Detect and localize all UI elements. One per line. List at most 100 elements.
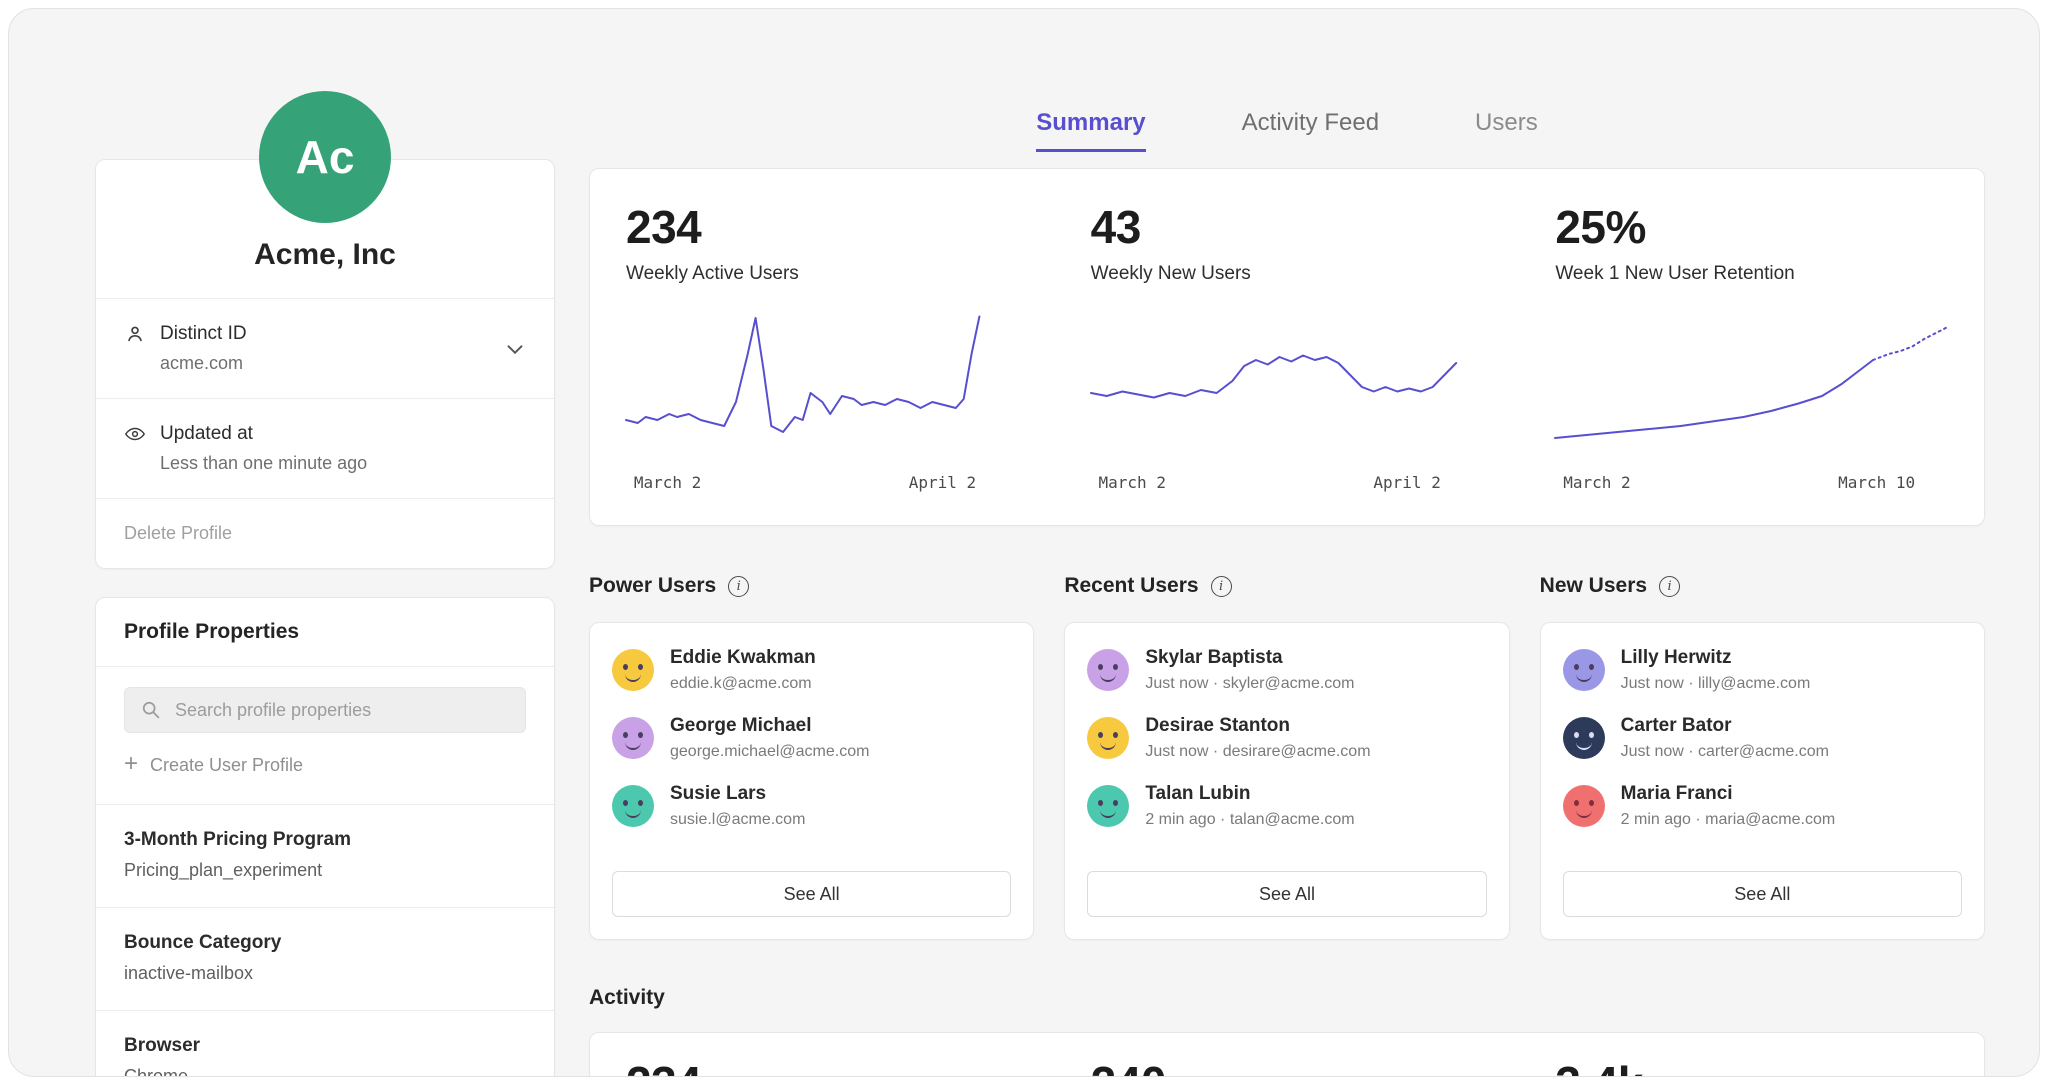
tab-activity-feed[interactable]: Activity Feed [1242,109,1379,152]
property-name: Browser [124,1035,526,1057]
user-detail: Just now · lilly@acme.com [1621,675,1811,693]
user-row[interactable]: Susie Lars susie.l@acme.com [612,783,1011,829]
user-sections: Power Users Eddie Kwakman eddie.k@acme.c… [589,574,1985,940]
profile-properties-card: Profile Properties Create User Profile 3… [95,597,555,1077]
property-item[interactable]: Browser Chrome [96,1011,554,1077]
user-name: Lilly Herwitz [1621,647,1811,669]
search-input[interactable] [124,687,526,733]
x-axis-start-label: March 2 [1563,473,1630,492]
user-row[interactable]: Skylar Baptista Just now · skyler@acme.c… [1087,647,1486,693]
eye-icon [124,423,146,445]
tab-summary[interactable]: Summary [1036,109,1145,152]
stat-value: 3.4k [1555,1057,1948,1077]
info-icon[interactable] [728,576,749,597]
stat-weekly-active-users: 234 Weekly Active Users March 2 April 2 [590,201,1055,495]
activity-stat: 234 [590,1057,1055,1077]
user-name: Eddie Kwakman [670,647,816,669]
tab-bar: Summary Activity Feed Users [589,109,1985,152]
avatar [612,649,654,691]
user-row[interactable]: George Michael george.michael@acme.com [612,715,1011,761]
user-detail: george.michael@acme.com [670,743,869,761]
user-name: Susie Lars [670,783,805,805]
search-icon [140,699,161,720]
search-wrap [96,667,554,733]
distinct-id-row[interactable]: Distinct ID acme.com [96,299,554,399]
field-label: Distinct ID [160,323,247,345]
user-row[interactable]: Desirae Stanton Just now · desirare@acme… [1087,715,1486,761]
info-icon[interactable] [1211,576,1232,597]
property-item[interactable]: Bounce Category inactive-mailbox [96,908,554,1011]
user-name: George Michael [670,715,869,737]
user-name: Maria Franci [1621,783,1836,805]
summary-stats-card: 234 Weekly Active Users March 2 April 2 … [589,168,1985,526]
field-value: Less than one minute ago [160,453,526,474]
user-detail: Just now · desirare@acme.com [1145,743,1370,761]
property-value: inactive-mailbox [124,963,526,984]
user-detail: Just now · carter@acme.com [1621,743,1829,761]
user-name: Carter Bator [1621,715,1829,737]
user-detail: 2 min ago · talan@acme.com [1145,811,1354,829]
create-user-profile-label: Create User Profile [150,755,303,776]
power-users-section: Power Users Eddie Kwakman eddie.k@acme.c… [589,574,1034,940]
stat-value: 234 [626,1057,1019,1077]
company-avatar: Ac [259,91,391,223]
tab-users[interactable]: Users [1475,109,1538,152]
profile-sidebar: Ac Acme, Inc Distinct ID acme.com [95,91,555,1077]
main-panel: Summary Activity Feed Users 234 Weekly A… [589,109,1985,1077]
section-title: New Users [1540,574,1647,598]
property-name: 3-Month Pricing Program [124,829,526,851]
person-icon [124,323,146,345]
delete-profile-button[interactable]: Delete Profile [96,499,554,568]
user-row[interactable]: Eddie Kwakman eddie.k@acme.com [612,647,1011,693]
x-axis-start-label: March 2 [1099,473,1166,492]
section-title: Power Users [589,574,716,598]
info-icon[interactable] [1659,576,1680,597]
stat-value: 240 [1091,1057,1484,1077]
see-all-button[interactable]: See All [1087,871,1486,917]
x-axis-end-label: April 2 [1373,473,1440,492]
user-detail: susie.l@acme.com [670,811,805,829]
user-detail: 2 min ago · maria@acme.com [1621,811,1836,829]
avatar [1563,649,1605,691]
avatar [612,785,654,827]
chevron-down-icon[interactable] [502,336,528,362]
avatar [612,717,654,759]
section-title: Recent Users [1064,574,1198,598]
x-axis-end-label: April 2 [909,473,976,492]
see-all-button[interactable]: See All [612,871,1011,917]
user-row[interactable]: Maria Franci 2 min ago · maria@acme.com [1563,783,1962,829]
see-all-button[interactable]: See All [1563,871,1962,917]
line-chart-weekly-active-users [626,309,1019,459]
user-row[interactable]: Lilly Herwitz Just now · lilly@acme.com [1563,647,1962,693]
activity-stats-card: 234 240 3.4k [589,1032,1985,1077]
user-detail: eddie.k@acme.com [670,675,816,693]
stat-label: Weekly New Users [1091,263,1484,285]
recent-users-card: Skylar Baptista Just now · skyler@acme.c… [1064,622,1509,940]
property-item[interactable]: 3-Month Pricing Program Pricing_plan_exp… [96,805,554,908]
app-frame: Ac Acme, Inc Distinct ID acme.com [8,8,2040,1077]
line-chart-week1-retention [1555,309,1948,459]
avatar [1087,717,1129,759]
user-name: Desirae Stanton [1145,715,1370,737]
create-user-profile-button[interactable]: Create User Profile [96,733,554,805]
new-users-section: New Users Lilly Herwitz Just now · lilly… [1540,574,1985,940]
stat-weekly-new-users: 43 Weekly New Users March 2 April 2 [1055,201,1520,495]
avatar [1087,649,1129,691]
power-users-card: Eddie Kwakman eddie.k@acme.com George Mi… [589,622,1034,940]
activity-stat: 240 [1055,1057,1520,1077]
avatar [1563,785,1605,827]
chart-x-axis: March 2 March 10 [1555,473,1948,495]
recent-users-section: Recent Users Skylar Baptista Just now · … [1064,574,1509,940]
user-detail: Just now · skyler@acme.com [1145,675,1354,693]
user-row[interactable]: Carter Bator Just now · carter@acme.com [1563,715,1962,761]
line-chart-weekly-new-users [1091,309,1484,459]
plus-icon [124,755,138,776]
property-name: Bounce Category [124,932,526,954]
profile-properties-title: Profile Properties [96,598,554,667]
new-users-card: Lilly Herwitz Just now · lilly@acme.com … [1540,622,1985,940]
stat-label: Weekly Active Users [626,263,1019,285]
user-row[interactable]: Talan Lubin 2 min ago · talan@acme.com [1087,783,1486,829]
user-name: Skylar Baptista [1145,647,1354,669]
property-value: Chrome [124,1066,526,1077]
stat-label: Week 1 New User Retention [1555,263,1948,285]
